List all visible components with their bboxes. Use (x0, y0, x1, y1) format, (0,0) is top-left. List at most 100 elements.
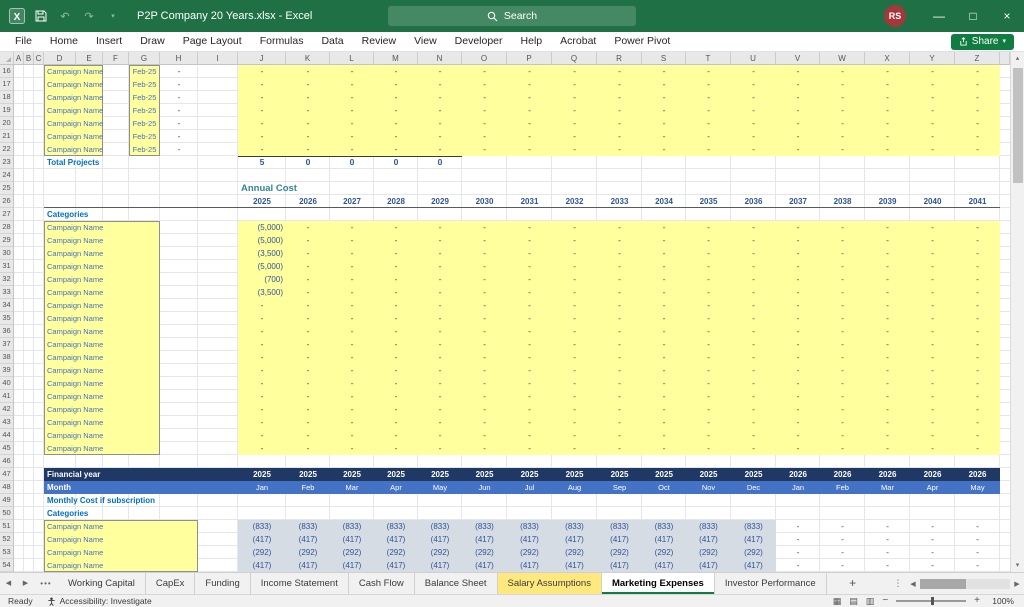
row-header-25[interactable]: 25 (0, 182, 13, 195)
year-header-cell[interactable]: 2028 (374, 195, 418, 208)
sheet-nav-left-icon[interactable]: ◀ (0, 573, 17, 594)
dash-cell[interactable]: - (865, 221, 910, 234)
column-header-F[interactable]: F (103, 52, 129, 65)
row-header-27[interactable]: 27 (0, 208, 13, 221)
dash-cell[interactable]: - (330, 390, 374, 403)
dash-cell[interactable]: - (418, 130, 462, 143)
ribbon-tab-insert[interactable]: Insert (87, 32, 131, 51)
dash-cell[interactable]: - (330, 338, 374, 351)
dash-cell[interactable]: - (776, 403, 820, 416)
dash-cell[interactable]: - (686, 78, 731, 91)
dash-cell[interactable]: - (955, 65, 1000, 78)
month-cell[interactable]: Feb (820, 481, 865, 494)
dash-cell[interactable]: - (686, 377, 731, 390)
row-header-42[interactable]: 42 (0, 403, 13, 416)
month-cell[interactable]: Jun (462, 481, 507, 494)
campaign-name-cell[interactable]: Campaign Name (44, 325, 160, 338)
campaign-name-cell[interactable]: Campaign Name (44, 260, 160, 273)
dash-cell[interactable]: - (910, 325, 955, 338)
monthly-value-cell[interactable]: (292) (462, 546, 507, 559)
dash-cell[interactable]: - (955, 429, 1000, 442)
dash-cell[interactable]: - (462, 286, 507, 299)
dash-cell[interactable]: - (865, 286, 910, 299)
redo-icon[interactable]: ↷ (81, 8, 97, 24)
dash-cell[interactable]: - (820, 533, 865, 546)
dash-cell[interactable]: - (776, 377, 820, 390)
dash-cell[interactable]: - (910, 234, 955, 247)
dash-cell[interactable]: - (597, 78, 642, 91)
year-header-cell[interactable]: 2025 (238, 195, 286, 208)
dash-cell[interactable]: - (418, 104, 462, 117)
campaign-name-cell[interactable]: Campaign Name (44, 221, 160, 234)
dash-cell[interactable]: - (552, 260, 597, 273)
dash-cell[interactable]: - (507, 442, 552, 455)
total-value-cell[interactable]: 0 (418, 156, 462, 169)
dash-cell[interactable]: - (820, 325, 865, 338)
dash-cell[interactable]: - (418, 338, 462, 351)
dash-cell[interactable]: - (776, 104, 820, 117)
annual-value-cell[interactable]: (3,500) (238, 286, 286, 299)
dash-cell[interactable]: - (507, 273, 552, 286)
row-header-33[interactable]: 33 (0, 286, 13, 299)
monthly-value-cell[interactable]: (833) (642, 520, 686, 533)
dash-cell[interactable]: - (776, 416, 820, 429)
campaign-name-cell[interactable]: Campaign Name (44, 351, 160, 364)
dash-cell[interactable]: - (462, 390, 507, 403)
dash-cell[interactable]: - (286, 65, 330, 78)
dash-cell[interactable]: - (597, 65, 642, 78)
dash-cell[interactable]: - (597, 442, 642, 455)
dash-cell[interactable]: - (286, 325, 330, 338)
date-cell[interactable]: Feb-25 (129, 91, 160, 104)
column-header-D[interactable]: D (44, 52, 76, 65)
dash-cell[interactable]: - (642, 299, 686, 312)
close-button[interactable]: × (990, 0, 1024, 32)
dash-cell[interactable]: - (910, 559, 955, 572)
column-header-N[interactable]: N (418, 52, 462, 65)
row-header-50[interactable]: 50 (0, 507, 13, 520)
row-header-43[interactable]: 43 (0, 416, 13, 429)
column-header-W[interactable]: W (820, 52, 865, 65)
column-header-T[interactable]: T (686, 52, 731, 65)
dash-cell[interactable]: - (642, 117, 686, 130)
dash-cell[interactable]: - (731, 429, 776, 442)
dash-cell[interactable]: - (507, 299, 552, 312)
campaign-name-cell[interactable]: Campaign Name (44, 286, 160, 299)
dash-cell[interactable]: - (507, 364, 552, 377)
dash-cell[interactable]: - (820, 559, 865, 572)
column-header-B[interactable]: B (24, 52, 34, 65)
dash-cell[interactable]: - (642, 312, 686, 325)
dash-cell[interactable]: - (910, 533, 955, 546)
dash-cell[interactable]: - (686, 130, 731, 143)
dash-cell[interactable]: - (418, 221, 462, 234)
dash-cell[interactable]: - (552, 416, 597, 429)
dash-cell[interactable]: - (776, 247, 820, 260)
dash-cell[interactable]: - (686, 273, 731, 286)
dash-cell[interactable]: - (776, 559, 820, 572)
dash-cell[interactable]: - (955, 364, 1000, 377)
dash-cell[interactable]: - (955, 546, 1000, 559)
dash-cell[interactable]: - (731, 260, 776, 273)
dash-cell[interactable]: - (597, 143, 642, 156)
dash-cell[interactable]: - (374, 338, 418, 351)
fy-year-cell[interactable]: 2026 (820, 468, 865, 481)
dash-cell[interactable]: - (507, 143, 552, 156)
dash-cell[interactable]: - (865, 234, 910, 247)
sheet-tab-investor-performance[interactable]: Investor Performance (715, 573, 827, 594)
dash-cell[interactable]: - (552, 403, 597, 416)
dash-cell[interactable]: - (507, 247, 552, 260)
new-sheet-button[interactable]: + (841, 573, 865, 594)
dash-cell[interactable]: - (642, 429, 686, 442)
campaign-name-cell[interactable]: Campaign Name (44, 273, 160, 286)
dash-cell[interactable]: - (552, 390, 597, 403)
dash-cell[interactable]: - (507, 351, 552, 364)
monthly-value-cell[interactable]: (417) (374, 559, 418, 572)
dash-cell[interactable]: - (374, 78, 418, 91)
dash-cell[interactable]: - (910, 442, 955, 455)
dash-cell[interactable]: - (865, 273, 910, 286)
select-all-corner[interactable] (0, 52, 14, 65)
dash-cell[interactable]: - (686, 442, 731, 455)
dash-cell[interactable]: - (642, 273, 686, 286)
dash-cell[interactable]: - (910, 546, 955, 559)
ribbon-tab-draw[interactable]: Draw (131, 32, 174, 51)
dash-cell[interactable]: - (955, 117, 1000, 130)
